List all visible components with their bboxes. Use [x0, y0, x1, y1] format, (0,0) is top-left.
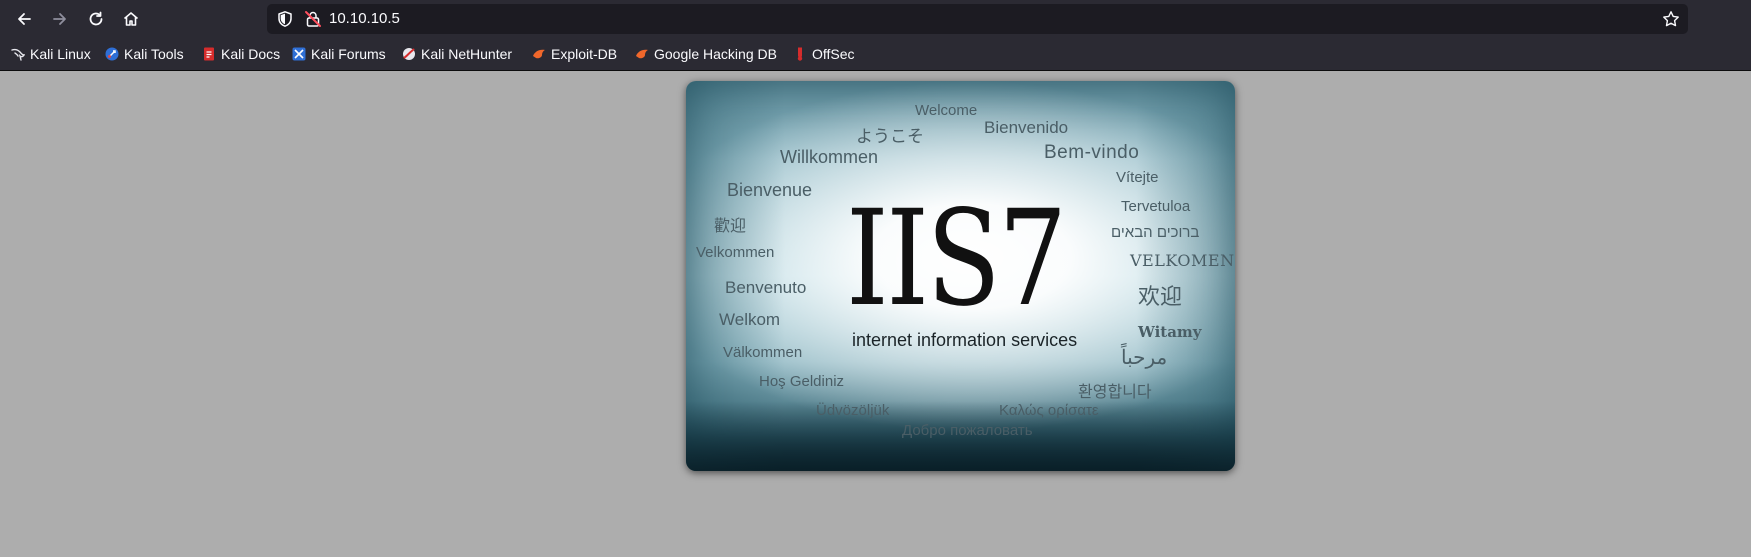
reload-icon — [89, 11, 103, 26]
insecure-lock-icon[interactable] — [304, 10, 322, 28]
nethunter-icon — [403, 48, 415, 60]
home-button[interactable] — [115, 3, 147, 35]
welcome-word: ברוכים הבאים — [1111, 224, 1200, 241]
ghdb-icon — [636, 49, 648, 59]
welcome-word: Witamy — [1138, 323, 1202, 341]
bookmark-exploit-db[interactable]: Exploit-DB — [532, 43, 617, 65]
bookmarks-toolbar: Kali Linux Kali Tools Kali Docs Kali For… — [0, 38, 1751, 71]
browser-toolbar: 10.10.10.5 — [0, 0, 1751, 38]
url-text[interactable]: 10.10.10.5 — [329, 9, 400, 29]
kali-dragon-icon — [11, 48, 25, 61]
welcome-word: Καλώς ορίσατε — [999, 402, 1099, 419]
iis7-welcome-image: Welcome ようこそ Bienvenido Willkommen Bem-v… — [686, 81, 1235, 471]
home-icon — [123, 12, 139, 26]
bookmark-kali-forums[interactable]: Kali Forums — [292, 43, 386, 65]
welcome-word: ようこそ — [856, 127, 924, 146]
address-bar[interactable]: 10.10.10.5 — [267, 4, 1688, 34]
kali-forums-icon — [292, 47, 306, 61]
welcome-word: Benvenuto — [725, 278, 807, 297]
bookmark-kali-docs[interactable]: Kali Docs — [202, 43, 280, 65]
welcome-word: Bienvenido — [984, 118, 1069, 137]
bookmark-label: Google Hacking DB — [654, 46, 777, 62]
welcome-word: Willkommen — [780, 147, 879, 167]
bookmark-label: Kali Docs — [221, 46, 281, 62]
star-icon[interactable] — [1662, 10, 1680, 28]
exploit-db-icon — [533, 49, 545, 59]
welcome-word: 歡迎 — [714, 218, 747, 235]
arrow-right-icon — [53, 13, 66, 25]
welcome-word: 환영합니다 — [1078, 384, 1152, 401]
forward-button[interactable] — [44, 3, 76, 35]
welcome-word: Välkommen — [723, 344, 803, 361]
arrow-left-icon — [18, 13, 31, 25]
bookmark-google-hacking-db[interactable]: Google Hacking DB — [635, 43, 777, 65]
offsec-icon — [797, 47, 803, 61]
bookmark-label: Kali Forums — [311, 46, 386, 62]
shield-icon[interactable] — [276, 10, 294, 28]
bookmark-kali-tools[interactable]: Kali Tools — [105, 43, 184, 65]
welcome-word: 欢迎 — [1138, 284, 1183, 309]
welcome-word: VELKOMEN — [1130, 251, 1235, 270]
welcome-word: Velkommen — [696, 244, 775, 261]
welcome-word: Hoş Geldiniz — [759, 373, 845, 390]
welcome-word: Bienvenue — [727, 180, 813, 200]
back-button[interactable] — [8, 3, 40, 35]
iis7-logo: IIS7 — [846, 182, 1067, 336]
welcome-word: Tervetuloa — [1121, 198, 1191, 215]
bookmark-label: Kali NetHunter — [421, 46, 513, 62]
welcome-word: Vítejte — [1116, 169, 1159, 186]
welcome-word: Bem-vindo — [1044, 142, 1140, 163]
bookmark-label: Exploit-DB — [551, 46, 618, 62]
bookmark-label: OffSec — [812, 46, 855, 62]
bookmark-kali-nethunter[interactable]: Kali NetHunter — [402, 43, 512, 65]
reload-button[interactable] — [80, 3, 112, 35]
welcome-word: Üdvözöljük — [816, 402, 890, 419]
welcome-word: Welkom — [719, 310, 781, 329]
iis-subtitle: internet information services — [852, 330, 1078, 350]
bookmark-label: Kali Linux — [30, 46, 91, 62]
welcome-word: Welcome — [915, 102, 978, 119]
bookmark-offsec[interactable]: OffSec — [793, 43, 855, 65]
bookmark-kali-linux[interactable]: Kali Linux — [11, 43, 91, 65]
kali-docs-icon — [204, 47, 214, 61]
bookmark-label: Kali Tools — [124, 46, 184, 62]
welcome-word: مرحباً — [1121, 347, 1168, 369]
kali-tools-icon — [105, 47, 119, 61]
welcome-word: Добро пожаловать — [902, 422, 1033, 439]
